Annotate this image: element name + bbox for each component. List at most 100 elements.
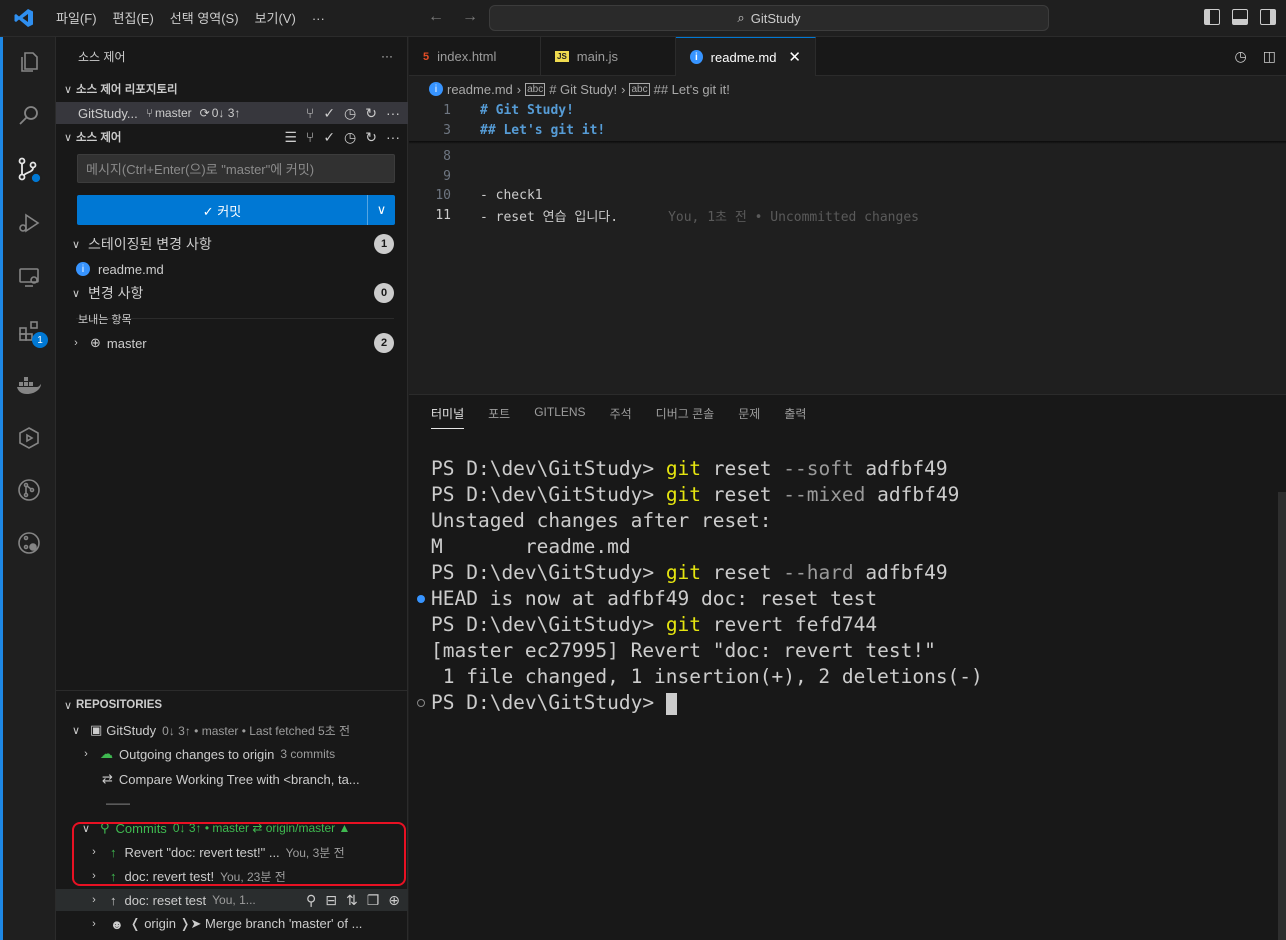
scm-toolbar: ☰ ⑂ ✓ ◷ ↻ ··· <box>284 129 400 146</box>
toggle-secondary-sidebar-icon[interactable] <box>1260 9 1276 25</box>
commit-dropdown-chevron-icon[interactable]: ∨ <box>367 195 395 225</box>
tab-output[interactable]: 출력 <box>784 405 806 429</box>
command: git <box>665 613 702 636</box>
menu-bar: 파일(F) 편집(E) 선택 영역(S) 보기(V) ··· <box>48 0 333 37</box>
outgoing-branch-row[interactable]: › ⊕ master 2 <box>56 332 408 354</box>
staged-file-row[interactable]: i readme.md <box>56 258 408 280</box>
menu-view[interactable]: 보기(V) <box>247 0 304 37</box>
compare-icon[interactable]: ⊟ <box>325 892 337 909</box>
gl-outgoing-row[interactable]: › ☁ Outgoing changes to origin 3 commits <box>56 743 408 765</box>
close-icon[interactable]: ✕ <box>788 48 801 66</box>
run-icon[interactable] <box>14 423 44 453</box>
breadcrumb-symbol[interactable]: ## Let's git it! <box>654 82 730 97</box>
commit-message-input[interactable]: 메시지(Ctrl+Enter(으)로 "master"에 커밋) <box>77 154 395 183</box>
terminal-line: [master ec27995] Revert "doc: revert tes… <box>431 639 936 662</box>
tab-debug-console[interactable]: 디버그 콘솔 <box>656 405 715 429</box>
forward-arrow-icon[interactable]: → <box>462 8 478 26</box>
terminal-output[interactable]: PS D:\dev\GitStudy> git reset --soft adf… <box>431 456 983 716</box>
scm-section-header[interactable]: ∨ 소스 제어 ☰ ⑂ ✓ ◷ ↻ ··· <box>56 126 408 148</box>
tab-comments[interactable]: 주석 <box>610 405 632 429</box>
markdown-info-icon: i <box>76 262 90 276</box>
view-as-tree-icon[interactable]: ☰ <box>284 129 297 146</box>
split-editor-icon[interactable]: ◫ <box>1263 48 1276 65</box>
commit-row[interactable]: › ☻ ❬ origin ❭➤ Merge branch 'master' of… <box>56 913 408 935</box>
extensions-icon[interactable]: 1 <box>14 316 48 348</box>
gl-repo-row[interactable]: ∨ ▣ GitStudy 0↓ 3↑ • master • Last fetch… <box>56 719 408 741</box>
gl-compare-label: Compare Working Tree with <branch, ta... <box>118 771 360 787</box>
flag: --soft <box>783 457 854 480</box>
remote-explorer-icon[interactable] <box>14 262 44 292</box>
command-success-decoration[interactable] <box>417 595 425 603</box>
gitlens-repositories-header[interactable]: ∨ REPOSITORIES <box>56 694 408 716</box>
commit-meta: You, 1... <box>212 893 256 907</box>
gl-compare-row[interactable]: ⇄ Compare Working Tree with <branch, ta.… <box>56 768 408 790</box>
repositories-section-header[interactable]: ∨ 소스 제어 리포지토리 <box>56 78 408 100</box>
commit-button-label: ✓ 커밋 <box>202 203 242 219</box>
toggle-panel-icon[interactable] <box>1232 9 1248 25</box>
explorer-icon[interactable] <box>14 47 44 77</box>
changes-header[interactable]: ∨ 변경 사항 0 <box>56 282 408 304</box>
tab-main-js[interactable]: JS main.js <box>541 37 676 76</box>
cloud-upload-icon: ☁ <box>100 746 113 761</box>
terminal-scrollbar[interactable] <box>1278 492 1286 940</box>
cherry-pick-icon[interactable]: ⚲ <box>306 892 316 909</box>
refresh-icon[interactable]: ↻ <box>365 129 377 146</box>
commit-button[interactable]: ✓ 커밋 ∨ <box>77 195 395 225</box>
repo-row[interactable]: GitStudy... ⑂ master ⟳ 0↓ 3↑ ⑂ ✓ ◷ ↻ ··· <box>56 102 408 124</box>
line-text: - check1 <box>480 187 543 203</box>
chevron-right-icon: › <box>92 918 96 930</box>
gitlens-icon[interactable] <box>14 475 44 505</box>
sticky-scroll-shadow <box>409 141 1286 144</box>
command-pending-decoration[interactable] <box>417 699 425 707</box>
menu-file[interactable]: 파일(F) <box>48 0 105 37</box>
menu-more[interactable]: ··· <box>304 0 333 37</box>
timeline-icon[interactable]: ◷ <box>1235 48 1247 65</box>
history-icon[interactable]: ◷ <box>344 129 356 146</box>
arrow-up-icon: ↑ <box>110 892 117 908</box>
sync-icon[interactable]: ⟳ <box>200 106 210 120</box>
search-view-icon[interactable] <box>14 100 44 130</box>
staged-changes-header[interactable]: ∨ 스테이징된 변경 사항 1 <box>56 233 408 255</box>
tab-readme-md[interactable]: i readme.md ✕ <box>676 37 816 76</box>
open-changes-icon[interactable]: ⇅ <box>346 892 358 909</box>
arg: adfbf49 <box>853 561 948 584</box>
gitlens-inspect-icon[interactable] <box>14 528 44 558</box>
tab-gitlens[interactable]: GITLENS <box>534 405 585 429</box>
more-icon[interactable]: ··· <box>386 129 400 145</box>
history-icon[interactable]: ◷ <box>344 105 356 122</box>
gl-outgoing-meta: 3 commits <box>280 747 336 761</box>
repo-name: GitStudy... <box>78 105 138 121</box>
flag: --mixed <box>783 483 866 506</box>
source-control-icon[interactable] <box>14 155 44 185</box>
globe-icon[interactable]: ⊕ <box>388 892 400 909</box>
run-debug-icon[interactable] <box>14 208 44 238</box>
breadcrumb-file[interactable]: readme.md <box>447 82 513 97</box>
docker-icon[interactable] <box>14 370 44 400</box>
menu-selection[interactable]: 선택 영역(S) <box>162 0 247 37</box>
command-center-search[interactable]: ⌕ GitStudy <box>489 5 1049 31</box>
back-arrow-icon[interactable]: ← <box>428 8 444 26</box>
check-icon[interactable]: ✓ <box>323 129 335 146</box>
graph-icon[interactable]: ⑂ <box>306 105 314 121</box>
terminal-line: M readme.md <box>431 535 631 558</box>
more-actions-icon[interactable]: ··· <box>381 49 393 63</box>
panel-tabs: 터미널 포트 GITLENS 주석 디버그 콘솔 문제 출력 <box>431 405 806 429</box>
tab-index-html[interactable]: 5 index.html <box>409 37 541 76</box>
toggle-sidebar-icon[interactable] <box>1204 9 1220 25</box>
more-icon[interactable]: ··· <box>386 105 400 121</box>
tab-problems[interactable]: 문제 <box>738 405 760 429</box>
line-text: ## Let's git it! <box>480 122 606 138</box>
commit-row[interactable]: › ↑ doc: reset test You, 1... ⚲ ⊟ ⇅ ❐ ⊕ <box>56 889 408 911</box>
check-icon[interactable]: ✓ <box>323 105 335 122</box>
tab-ports[interactable]: 포트 <box>488 405 510 429</box>
changes-count-badge: 0 <box>374 283 394 303</box>
title-bar: 파일(F) 편집(E) 선택 영역(S) 보기(V) ··· ← → ⌕ Git… <box>0 0 1286 37</box>
menu-edit[interactable]: 편집(E) <box>105 0 162 37</box>
graph-icon[interactable]: ⑂ <box>306 129 314 145</box>
breadcrumb-symbol[interactable]: # Git Study! <box>549 82 617 97</box>
tab-terminal[interactable]: 터미널 <box>431 405 465 429</box>
terminal-line: PS D:\dev\GitStudy> git revert fefd744 <box>431 613 877 636</box>
refresh-icon[interactable]: ↻ <box>365 105 377 122</box>
chevron-down-icon: ∨ <box>71 724 81 737</box>
copy-icon[interactable]: ❐ <box>367 892 380 909</box>
